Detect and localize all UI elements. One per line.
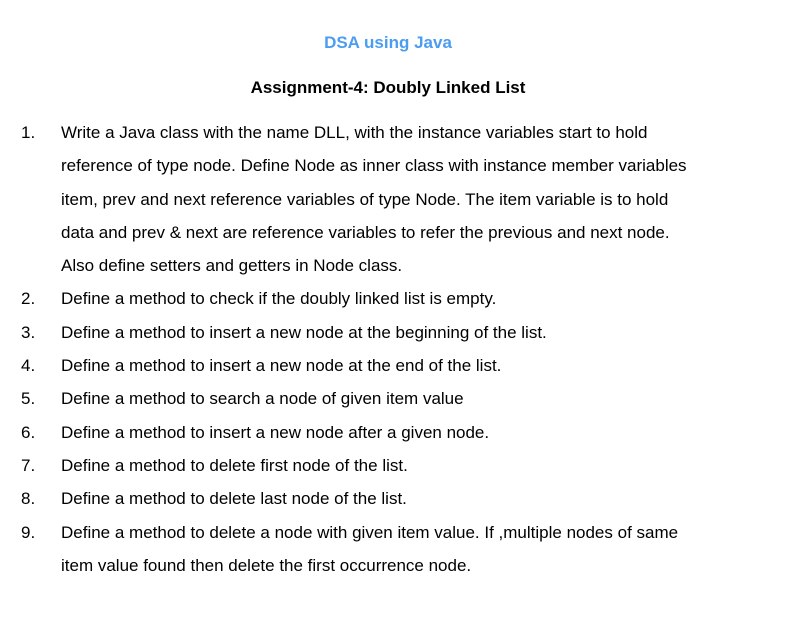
list-item-number: 3. [21, 322, 36, 342]
list-item: 1. Write a Java class with the name DLL, … [0, 116, 781, 282]
list-item-text-line: Define a method to insert a new node aft… [61, 422, 490, 442]
list-item-text-line: Write a Java class with the name DLL, wi… [61, 123, 648, 142]
list-item-text-line: Define a method to delete last node of t… [61, 489, 407, 509]
list-item-number: 6. [21, 422, 36, 442]
list-item-number: 7. [21, 455, 36, 475]
list-item-text-line: Define a method to insert a new node at … [61, 322, 547, 342]
list-item-text-line: Define a method to delete first node of … [61, 455, 408, 475]
list-item-number: 2. [21, 289, 36, 309]
document-page: DSA using Java Assignment-4: Doubly Link… [0, 0, 806, 624]
list-item: 2. Define a method to check if the doubly… [0, 282, 781, 315]
list-item-number: 8. [21, 489, 36, 509]
list-item: 8. Define a method to delete last node of… [0, 482, 781, 515]
list-item: 5. Define a method to search a node of gi… [0, 382, 781, 415]
list-item-text-line: item, prev and next reference variables … [61, 189, 669, 209]
document-title: DSA using Java [324, 33, 452, 52]
list-item: 4. Define a method to insert a new node a… [0, 349, 781, 382]
list-item-number: 9. [21, 522, 36, 542]
list-item: 9. Define a method to delete a node with … [0, 516, 781, 583]
list-item-number: 4. [21, 356, 36, 376]
list-item-text-line: Define a method to delete a node with gi… [61, 522, 679, 542]
list-item-text-line: Also define setters and getters in Node … [61, 256, 403, 276]
list-item-number: 1. [21, 123, 36, 142]
list-item-text-line: item value found then delete the first o… [61, 555, 472, 575]
list-item-text-line: reference of type node. Define Node as i… [61, 156, 687, 176]
list-item: 6. Define a method to insert a new node a… [0, 416, 781, 449]
list-item: 7. Define a method to delete first node o… [0, 449, 781, 482]
list-item: 3. Define a method to insert a new node a… [0, 316, 781, 349]
list-item-text-line: Define a method to insert a new node at … [61, 356, 502, 376]
list-item-text-line: Define a method to check if the doubly l… [61, 289, 497, 309]
assignment-heading: Assignment-4: Doubly Linked List [250, 78, 526, 97]
task-list: 1. Write a Java class with the name DLL, … [0, 116, 806, 582]
list-item-text-line: data and prev & next are reference varia… [61, 222, 670, 242]
list-item-number: 5. [21, 389, 36, 409]
list-item-text-line: Define a method to search a node of give… [61, 389, 464, 409]
